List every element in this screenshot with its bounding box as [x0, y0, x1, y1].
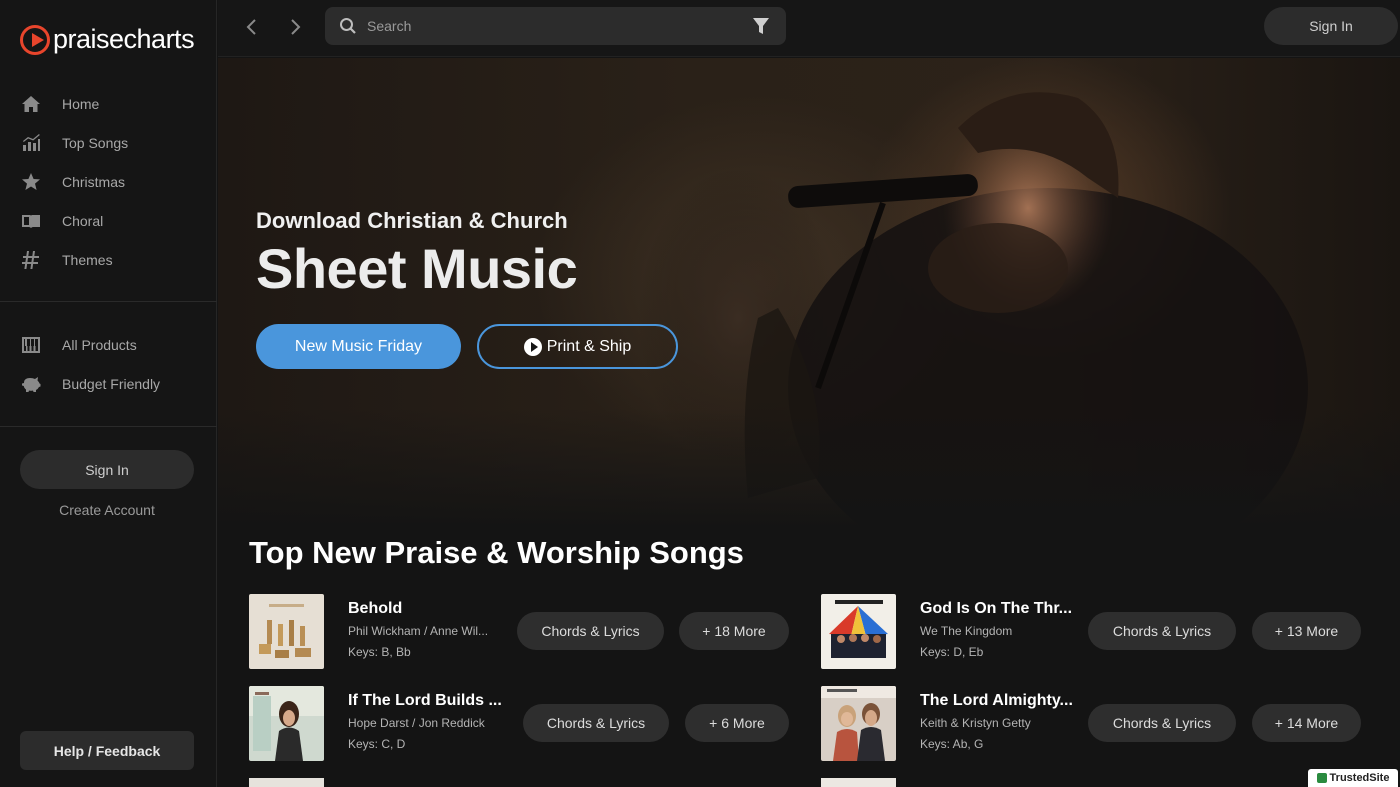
album-art-image[interactable]: [249, 594, 324, 669]
sidebar-item-themes[interactable]: Themes: [0, 240, 217, 279]
book-icon: [20, 210, 42, 232]
hero-fade-overlay: [218, 408, 1400, 528]
play-circle-icon: [523, 337, 542, 356]
song-row[interactable]: God Is On The Thr... We The Kingdom Keys…: [821, 594, 1381, 670]
more-options-button[interactable]: + 14 More: [1252, 704, 1361, 742]
hero-title: Sheet Music: [256, 237, 578, 300]
create-account-link[interactable]: Create Account: [0, 502, 214, 518]
song-artist: Keith & Kristyn Getty: [920, 716, 1031, 730]
album-art-image[interactable]: [821, 778, 896, 787]
secondary-nav: All Products Budget Friendly: [0, 325, 217, 403]
sidebar-item-top-songs[interactable]: Top Songs: [0, 123, 217, 162]
song-keys: Keys: C, D: [348, 737, 406, 751]
sidebar-item-label: All Products: [62, 336, 137, 353]
song-keys: Keys: D, Eb: [920, 645, 984, 659]
trustedsite-label: TrustedSite: [1329, 772, 1390, 784]
print-and-ship-label: Print & Ship: [546, 337, 632, 355]
help-feedback-button[interactable]: Help / Feedback: [20, 731, 194, 770]
chart-icon: [20, 132, 42, 154]
primary-nav: Home Top Songs Christmas Choral Themes: [0, 84, 217, 279]
check-icon: [1316, 773, 1327, 783]
search-icon: [340, 18, 356, 34]
search-input[interactable]: [367, 7, 737, 45]
piggy-bank-icon: [20, 373, 42, 395]
song-keys: Keys: B, Bb: [348, 645, 411, 659]
star-icon: [20, 171, 42, 193]
new-music-friday-button[interactable]: New Music Friday: [256, 324, 461, 369]
top-sign-in-button[interactable]: Sign In: [1264, 7, 1398, 45]
sidebar-divider: [0, 426, 217, 427]
more-options-button[interactable]: + 6 More: [685, 704, 789, 742]
song-artist: Phil Wickham / Anne Wil...: [348, 624, 489, 638]
sidebar-item-label: Choral: [62, 212, 104, 229]
hero-banner: Download Christian & Church Sheet Music …: [218, 58, 1400, 528]
song-artist: Hope Darst / Jon Reddick: [348, 716, 485, 730]
logo-text: praisecharts: [53, 24, 195, 54]
logo[interactable]: praisecharts: [20, 24, 195, 55]
song-row[interactable]: Behold Phil Wickham / Anne Wil... Keys: …: [249, 594, 809, 670]
album-art-image[interactable]: [249, 778, 324, 787]
top-bar: Sign In: [218, 0, 1400, 57]
app-root: praisecharts Home Top Songs Christmas Ch…: [0, 0, 1400, 787]
forward-arrow-icon[interactable]: [283, 15, 307, 39]
sidebar-item-home[interactable]: Home: [0, 84, 217, 123]
song-title[interactable]: If The Lord Builds ...: [348, 692, 502, 710]
filter-icon[interactable]: [752, 17, 770, 35]
piano-icon: [20, 334, 42, 356]
sidebar-item-label: Home: [62, 95, 100, 112]
more-options-button[interactable]: + 18 More: [679, 612, 789, 650]
chords-lyrics-button[interactable]: Chords & Lyrics: [1088, 704, 1236, 742]
album-art-image[interactable]: [249, 686, 324, 761]
sidebar: praisecharts Home Top Songs Christmas Ch…: [0, 0, 217, 787]
album-art-image[interactable]: [821, 594, 896, 669]
song-keys: Keys: Ab, G: [920, 737, 984, 751]
trustedsite-badge[interactable]: TrustedSite: [1308, 769, 1398, 787]
sidebar-item-label: Budget Friendly: [62, 375, 161, 392]
play-logo-icon: [20, 24, 50, 55]
print-and-ship-button[interactable]: Print & Ship: [477, 324, 678, 369]
sidebar-item-label: Themes: [62, 251, 113, 268]
search-bar: [325, 7, 786, 45]
song-title[interactable]: God Is On The Thr...: [920, 600, 1072, 618]
song-row[interactable]: If The Lord Builds ... Hope Darst / Jon …: [249, 686, 809, 762]
song-artist: We The Kingdom: [920, 624, 1013, 638]
sidebar-item-all-products[interactable]: All Products: [0, 325, 217, 364]
home-icon: [20, 93, 42, 115]
song-row[interactable]: The Lord Almighty... Keith & Kristyn Get…: [821, 686, 1381, 762]
hero-subtitle: Download Christian & Church: [256, 208, 568, 233]
sidebar-divider: [0, 301, 217, 302]
section-title: Top New Praise & Worship Songs: [249, 535, 744, 570]
back-arrow-icon[interactable]: [240, 15, 264, 39]
hash-icon: [20, 249, 42, 271]
album-art-image[interactable]: [821, 686, 896, 761]
sidebar-item-christmas[interactable]: Christmas: [0, 162, 217, 201]
sidebar-item-choral[interactable]: Choral: [0, 201, 217, 240]
song-title[interactable]: Behold: [348, 600, 402, 618]
sidebar-item-label: Christmas: [62, 173, 126, 190]
chords-lyrics-button[interactable]: Chords & Lyrics: [523, 704, 669, 742]
sidebar-item-label: Top Songs: [62, 134, 129, 151]
chords-lyrics-button[interactable]: Chords & Lyrics: [1088, 612, 1236, 650]
chords-lyrics-button[interactable]: Chords & Lyrics: [517, 612, 664, 650]
song-title[interactable]: The Lord Almighty...: [920, 692, 1073, 710]
more-options-button[interactable]: + 13 More: [1252, 612, 1361, 650]
sidebar-item-budget-friendly[interactable]: Budget Friendly: [0, 364, 217, 403]
sidebar-sign-in-button[interactable]: Sign In: [20, 450, 194, 489]
